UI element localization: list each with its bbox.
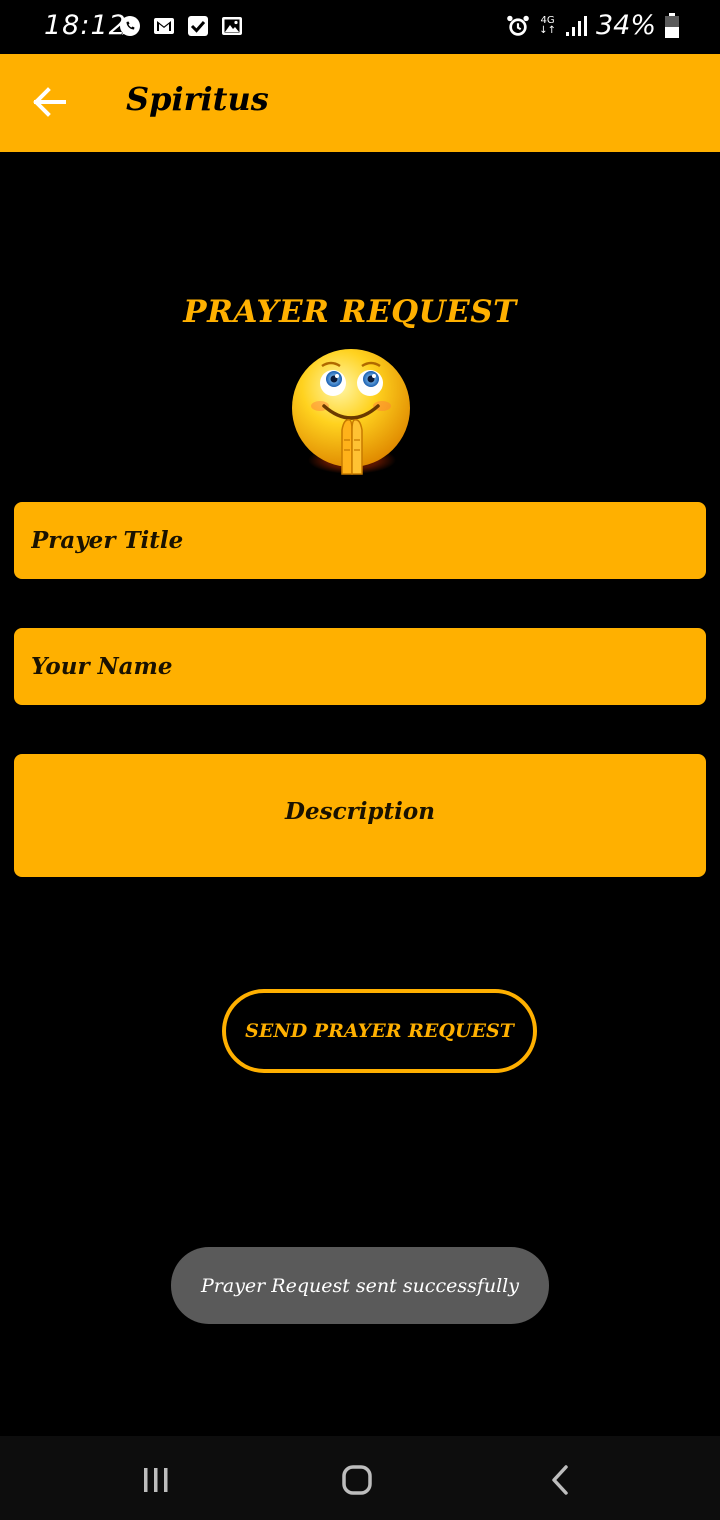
arrow-left-icon [33, 87, 66, 117]
send-prayer-request-button[interactable]: SEND PRAYER REQUEST [222, 989, 537, 1073]
navigation-bar [0, 1436, 720, 1520]
praying-smiley-icon [286, 348, 418, 480]
recents-button[interactable] [132, 1456, 180, 1504]
page-heading: PRAYER REQUEST [183, 294, 517, 330]
back-button[interactable] [26, 78, 74, 126]
battery-icon [665, 12, 679, 38]
nav-back-button[interactable] [536, 1456, 584, 1504]
app-title: Spiritus [126, 80, 269, 118]
description-input[interactable] [14, 754, 706, 877]
task-check-icon [188, 16, 208, 36]
prayer-title-input[interactable] [14, 502, 706, 579]
alarm-icon [507, 15, 530, 36]
your-name-input[interactable] [14, 628, 706, 705]
gallery-icon [222, 17, 242, 35]
home-icon [342, 1465, 372, 1495]
status-time: 18:12 [44, 10, 127, 41]
network-type: 4G [540, 14, 555, 26]
notification-icons [118, 14, 244, 38]
gmail-icon [154, 18, 174, 34]
system-icons: 4G ↓↑ 34% [505, 10, 680, 41]
back-icon [552, 1465, 568, 1495]
network-arrows-icon: 4G ↓↑ [539, 14, 556, 36]
battery-percent: 34% [595, 10, 656, 41]
toast-message: Prayer Request sent successfully [171, 1247, 549, 1324]
status-bar: 18:12 4G ↓↑ 34% [0, 0, 720, 54]
signal-icon [565, 15, 587, 36]
app-bar: Spiritus [0, 54, 720, 152]
whatsapp-icon [120, 16, 140, 36]
recents-icon [144, 1468, 168, 1492]
home-button[interactable] [333, 1456, 381, 1504]
